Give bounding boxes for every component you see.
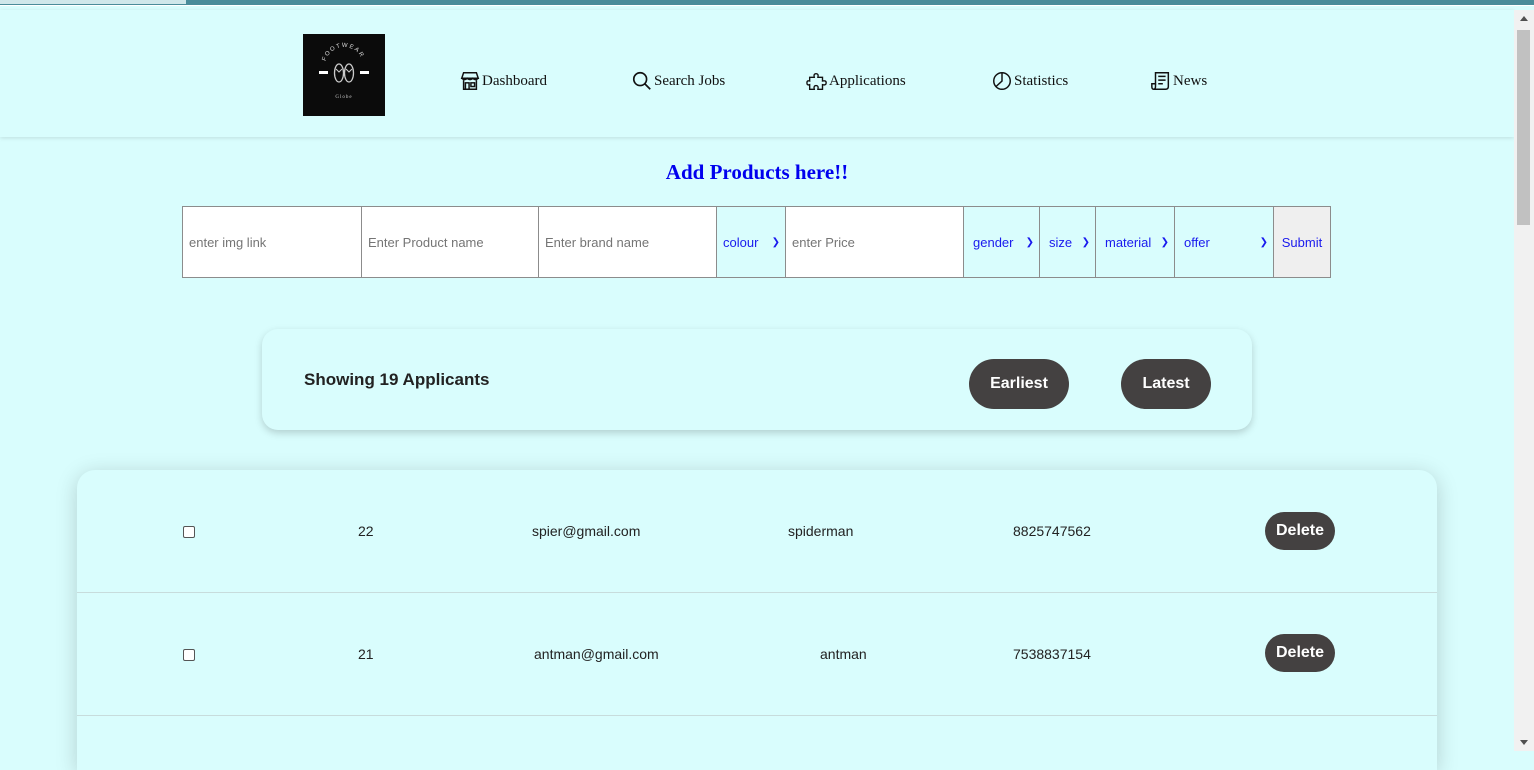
delete-button[interactable]: Delete [1265, 634, 1335, 672]
form-title: Add Products here!! [665, 160, 849, 184]
applicants-summary-card: Showing 19 Applicants Earliest Latest [262, 329, 1252, 430]
navbar: FOOTWEAR Globe Dashboard Search Jobs App… [0, 10, 1514, 137]
table-row: 21 antman@gmail.com antman 7538837154 De… [77, 593, 1437, 716]
material-select[interactable]: material ❯ [1095, 206, 1175, 278]
store-icon [460, 72, 480, 90]
row-name: spiderman [788, 523, 854, 539]
chevron-down-icon: ❯ [771, 236, 780, 248]
row-name: antman [820, 646, 867, 662]
add-product-form: enter img link Enter Product name Enter … [182, 206, 1331, 278]
nav-news-label: News [1173, 72, 1208, 89]
browser-tab[interactable] [0, 0, 186, 4]
price-input[interactable]: enter Price [785, 206, 964, 278]
puzzle-icon [806, 72, 827, 90]
row-checkbox[interactable] [183, 649, 195, 661]
nav-search-jobs-label: Search Jobs [654, 72, 726, 89]
logo-top-text: FOOTWEAR [322, 43, 364, 62]
row-phone: 7538837154 [1013, 646, 1091, 662]
nav-statistics[interactable]: Statistics [991, 68, 1068, 94]
submit-button[interactable]: Submit [1273, 206, 1331, 278]
material-select-value: material [1105, 234, 1152, 250]
earliest-button[interactable]: Earliest [969, 359, 1069, 409]
logo[interactable]: FOOTWEAR Globe [303, 34, 385, 116]
colour-select[interactable]: colour ❯ [716, 206, 786, 278]
row-phone: 8825747562 [1013, 523, 1091, 539]
nav-news[interactable]: News [1150, 68, 1207, 94]
product-name-input[interactable]: Enter Product name [361, 206, 539, 278]
scrollbar[interactable] [1514, 10, 1534, 751]
offer-select-value: offer [1184, 234, 1210, 250]
nav-applications[interactable]: Applications [806, 68, 906, 94]
img-link-input[interactable]: enter img link [182, 206, 362, 278]
nav-search-jobs[interactable]: Search Jobs [631, 68, 725, 94]
offer-select[interactable]: offer ❯ [1174, 206, 1274, 278]
brand-name-input[interactable]: Enter brand name [538, 206, 717, 278]
nav-dashboard-label: Dashboard [482, 72, 547, 89]
applicants-table: 22 spier@gmail.com spiderman 8825747562 … [77, 470, 1437, 770]
chevron-down-icon: ❯ [1025, 236, 1034, 248]
delete-button[interactable]: Delete [1265, 512, 1335, 550]
nav-applications-label: Applications [829, 72, 906, 89]
scrollbar-thumb[interactable] [1517, 30, 1530, 225]
gender-select[interactable]: gender ❯ [963, 206, 1040, 278]
chevron-down-icon: ❯ [1081, 236, 1090, 248]
chevron-down-icon: ❯ [1259, 236, 1268, 248]
row-id: 21 [358, 646, 374, 662]
flip-flops-logo-icon: FOOTWEAR Globe [319, 43, 369, 100]
news-icon [1151, 72, 1170, 90]
latest-button[interactable]: Latest [1121, 359, 1211, 409]
size-select-value: size [1049, 234, 1073, 250]
divider [0, 5, 1534, 6]
row-email: antman@gmail.com [534, 646, 659, 662]
search-icon [632, 71, 651, 90]
table-row: 22 spier@gmail.com spiderman 8825747562 … [77, 470, 1437, 593]
applicant-count: Showing 19 Applicants [304, 370, 490, 389]
size-select[interactable]: size ❯ [1039, 206, 1096, 278]
svg-text:FOOTWEAR: FOOTWEAR [322, 43, 365, 62]
gender-select-value: gender [973, 234, 1014, 250]
colour-select-value: colour [723, 234, 759, 250]
nav-dashboard[interactable]: Dashboard [459, 68, 547, 94]
scroll-up-arrow-icon[interactable] [1520, 16, 1528, 21]
row-email: spier@gmail.com [532, 523, 641, 539]
pie-chart-icon [993, 72, 1011, 90]
browser-top-strip [0, 0, 1534, 6]
logo-bottom-text: Globe [335, 95, 352, 100]
row-checkbox[interactable] [183, 526, 195, 538]
scroll-down-arrow-icon[interactable] [1520, 740, 1528, 745]
nav-statistics-label: Statistics [1014, 72, 1069, 89]
row-id: 22 [358, 523, 374, 539]
chevron-down-icon: ❯ [1160, 236, 1169, 248]
